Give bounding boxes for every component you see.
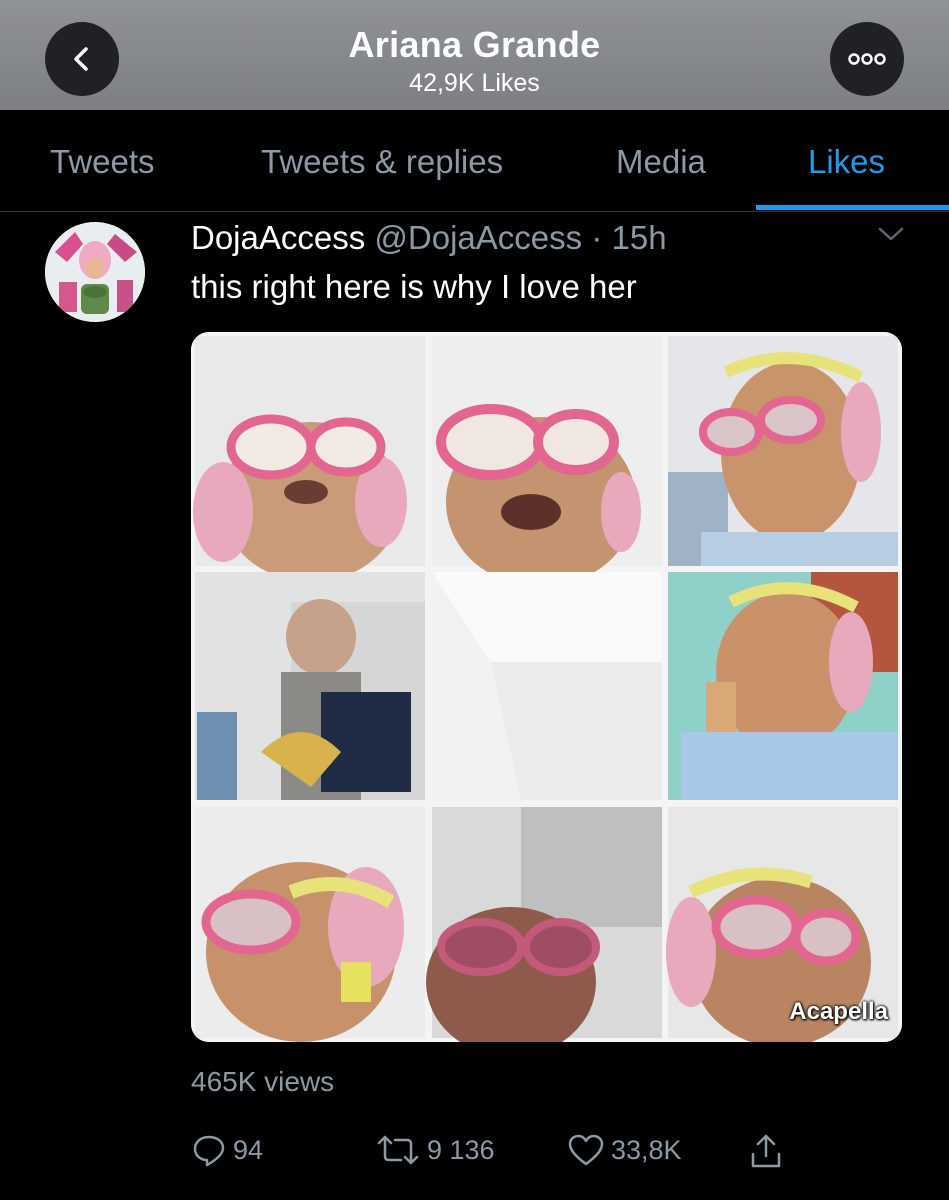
profile-title: Ariana Grande: [348, 24, 601, 65]
profile-tabs: Tweets Tweets & replies Media Likes: [0, 110, 949, 212]
avatar-image: [45, 222, 145, 322]
share-button[interactable]: [748, 1132, 790, 1170]
retweet-icon: [377, 1135, 419, 1165]
video-cell-5: [432, 572, 662, 800]
avatar[interactable]: [45, 222, 145, 322]
more-button[interactable]: [830, 22, 904, 96]
author-handle[interactable]: @DojaAccess: [374, 219, 582, 256]
tweet-menu-button[interactable]: [876, 224, 906, 249]
tweet-text: this right here is why I love her: [191, 268, 637, 305]
video-cell-8: [426, 807, 662, 1042]
retweet-count: 9 136: [427, 1134, 495, 1165]
tab-media[interactable]: Media: [616, 143, 706, 181]
share-icon: [751, 1134, 781, 1168]
video-cell-2: [432, 336, 662, 587]
video-cell-1: [193, 336, 425, 582]
active-tab-indicator: [756, 205, 949, 210]
tab-tweets[interactable]: Tweets: [50, 143, 155, 181]
tweet-header: DojaAccess @DojaAccess · 15h: [191, 219, 667, 257]
chevron-down-icon: [878, 227, 904, 241]
video-cell-6: [668, 572, 898, 800]
profile-header: Ariana Grande 42,9K Likes: [0, 0, 949, 110]
like-count: 33,8K: [611, 1134, 682, 1165]
video-cell-3: [668, 336, 898, 566]
likes-count: 42,9K Likes: [409, 69, 540, 97]
tweet-video[interactable]: Acapella: [191, 332, 902, 1042]
video-cell-7: [195, 807, 425, 1042]
video-cell-4: [195, 572, 425, 800]
tab-likes[interactable]: Likes: [808, 143, 885, 181]
video-frame: [191, 332, 902, 1042]
view-count: 465K views: [191, 1066, 335, 1097]
reply-count: 94: [233, 1134, 264, 1165]
separator-dot: ·: [591, 219, 603, 256]
video-caption-label: Acapella: [789, 998, 888, 1025]
like-button[interactable]: 33,8K: [567, 1132, 682, 1168]
reply-icon: [193, 1135, 225, 1167]
tweet-time[interactable]: 15h: [611, 219, 666, 256]
ellipsis-icon: [848, 53, 886, 65]
author-name[interactable]: DojaAccess: [191, 219, 365, 256]
tab-tweets-replies[interactable]: Tweets & replies: [261, 143, 503, 181]
retweet-button[interactable]: 9 136: [375, 1132, 495, 1168]
heart-icon: [568, 1134, 604, 1166]
reply-button[interactable]: 94: [191, 1132, 263, 1168]
